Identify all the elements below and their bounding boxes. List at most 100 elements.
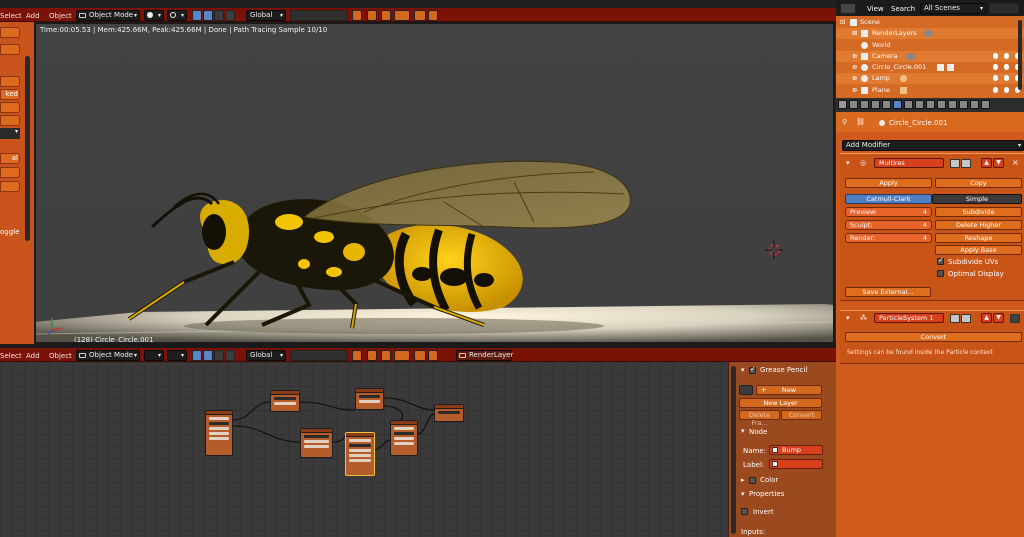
particle-name-field[interactable]: ParticleSystem 1 [874,313,944,323]
shelf-button-4[interactable] [0,102,20,113]
multires-name-field[interactable]: Multires [874,158,944,168]
outliner-search-icon[interactable] [989,3,1019,14]
delete-frame-button[interactable]: Delete Fra... [739,410,780,427]
tab-extra-2-icon[interactable] [970,100,979,109]
outliner-menu-view[interactable]: View [867,5,884,13]
node-bump[interactable] [345,432,375,476]
particle-show-render[interactable] [950,314,960,323]
editor-type-icon[interactable] [840,3,856,14]
outliner-scrollbar[interactable] [1018,20,1022,90]
node-label-field[interactable] [769,459,823,469]
outliner-menu-search[interactable]: Search [891,5,915,13]
tab-particles-icon[interactable] [937,100,946,109]
outliner-item-world[interactable]: World [836,40,1024,51]
tab-physics-icon[interactable] [948,100,957,109]
shelf-button-al[interactable]: al [0,153,20,164]
tab-object-icon[interactable] [871,100,880,109]
visibility-toggles[interactable] [993,87,1021,94]
outliner-item-circle[interactable]: ⊕ Circle_Circle.001 [836,62,1024,73]
convert-button[interactable]: Convert [781,410,822,420]
node-scale-button[interactable] [225,350,235,361]
add-modifier-dropdown[interactable]: Add Modifier ▾ [842,140,1024,151]
outliner-item-renderlayers[interactable]: ⊞ RenderLayers [836,28,1024,39]
node-orientation-dropdown[interactable]: Global ▾ [246,350,286,361]
translate-manipulator-button[interactable] [203,10,213,21]
tab-extra-1-icon[interactable] [959,100,968,109]
shelf-button-7[interactable] [0,181,20,192]
multires-apply-button[interactable]: Apply [845,178,932,188]
particle-convert-button[interactable]: Convert [845,332,1022,342]
multires-move-down[interactable]: ▼ [993,158,1004,168]
node-menu-select[interactable]: Select [0,351,22,361]
multires-collapse-icon[interactable]: ▾ [846,159,850,167]
orientation-dropdown[interactable]: Global ▾ [246,10,286,21]
grease-pencil-collapse-icon[interactable]: ▾ [741,366,745,374]
node-panel-scrollbar[interactable] [731,366,736,534]
render-layer-dropdown[interactable]: RenderLayer [456,350,513,361]
menu-object[interactable]: Object [49,11,72,21]
lock-layer-button[interactable] [352,10,362,21]
node-menu-object[interactable]: Object [49,351,72,361]
color-section-collapse-icon[interactable]: ▸ [741,476,745,484]
node-material-output[interactable] [434,404,464,422]
invert-checkbox[interactable] [741,508,748,515]
shelf-button-1[interactable] [0,27,20,38]
outliner-display-dropdown[interactable]: All Scenes ▾ [920,3,986,14]
tab-render-icon[interactable] [838,100,847,109]
tab-texture-icon[interactable] [926,100,935,109]
shelf-button-3[interactable] [0,76,20,87]
visibility-toggles[interactable] [993,64,1021,71]
properties-section-collapse-icon[interactable]: ▾ [741,490,745,498]
subdivide-button[interactable]: Subdivide [935,207,1022,217]
visibility-toggles[interactable] [993,53,1021,60]
reshape-button[interactable]: Reshape [935,233,1022,243]
expand-icon[interactable]: ⊟ [840,17,845,28]
node-texture-coordinate[interactable] [205,410,233,456]
multires-copy-button[interactable]: Copy [935,178,1022,188]
mode-dropdown[interactable]: Object Mode ▾ [76,10,140,21]
particle-show-viewport[interactable] [961,314,971,323]
snap-button[interactable] [381,10,391,21]
manipulator-toggle-button[interactable] [192,10,202,21]
node-snap-element-button[interactable] [394,350,410,361]
save-external-button[interactable]: Save External... [845,287,931,297]
node-pivot-dropdown[interactable]: ▾ [167,350,187,361]
menu-select[interactable]: Select [0,11,22,21]
node-editor[interactable] [0,362,728,537]
node-mix[interactable] [300,428,333,458]
new-grease-pencil-button[interactable]: + New [756,385,822,395]
outliner-item-lamp[interactable]: ⊕ Lamp [836,73,1024,84]
preview-levels-field[interactable]: Preview: 4 [845,207,932,217]
render-preview-button[interactable] [414,10,426,21]
node-mapping[interactable] [270,390,300,412]
shelf-dropdown[interactable]: ▾ [0,128,20,139]
tab-world-icon[interactable] [860,100,869,109]
optimal-display-checkbox[interactable] [937,270,944,277]
shelf-button-6[interactable] [0,167,20,178]
node-proportional-button[interactable] [367,350,377,361]
node-render-preview-button[interactable] [414,350,426,361]
outliner-item-plane[interactable]: ⊕ Plane [836,85,1024,96]
pin-icon[interactable]: ⚲ [842,118,847,126]
snap-element-button[interactable] [394,10,410,21]
color-checkbox[interactable] [749,477,756,484]
menu-add[interactable]: Add [26,11,40,21]
sculpt-levels-field[interactable]: Sculpt: 4 [845,220,932,230]
node-mode-dropdown[interactable]: Object Mode ▾ [76,350,140,361]
node-section-collapse-icon[interactable]: ▾ [741,427,745,435]
tab-constraints-icon[interactable] [882,100,891,109]
proportional-edit-button[interactable] [367,10,377,21]
particle-extra-toggle[interactable] [1010,314,1020,323]
subdivide-uvs-checkbox[interactable] [937,256,944,265]
node-translate-button[interactable] [203,350,213,361]
render-levels-field[interactable]: Render: 4 [845,233,932,243]
pivot-dropdown[interactable]: ▾ [167,10,187,21]
node-image-texture[interactable] [355,388,384,410]
scale-manipulator-button[interactable] [225,10,235,21]
shelf-scrollbar[interactable] [25,56,30,241]
tab-extra-3-icon[interactable] [981,100,990,109]
particle-collapse-icon[interactable]: ▾ [846,314,850,322]
multires-show-viewport[interactable] [961,159,971,168]
multires-close-icon[interactable]: × [1012,158,1019,167]
node-diffuse-bsdf[interactable] [390,420,418,456]
